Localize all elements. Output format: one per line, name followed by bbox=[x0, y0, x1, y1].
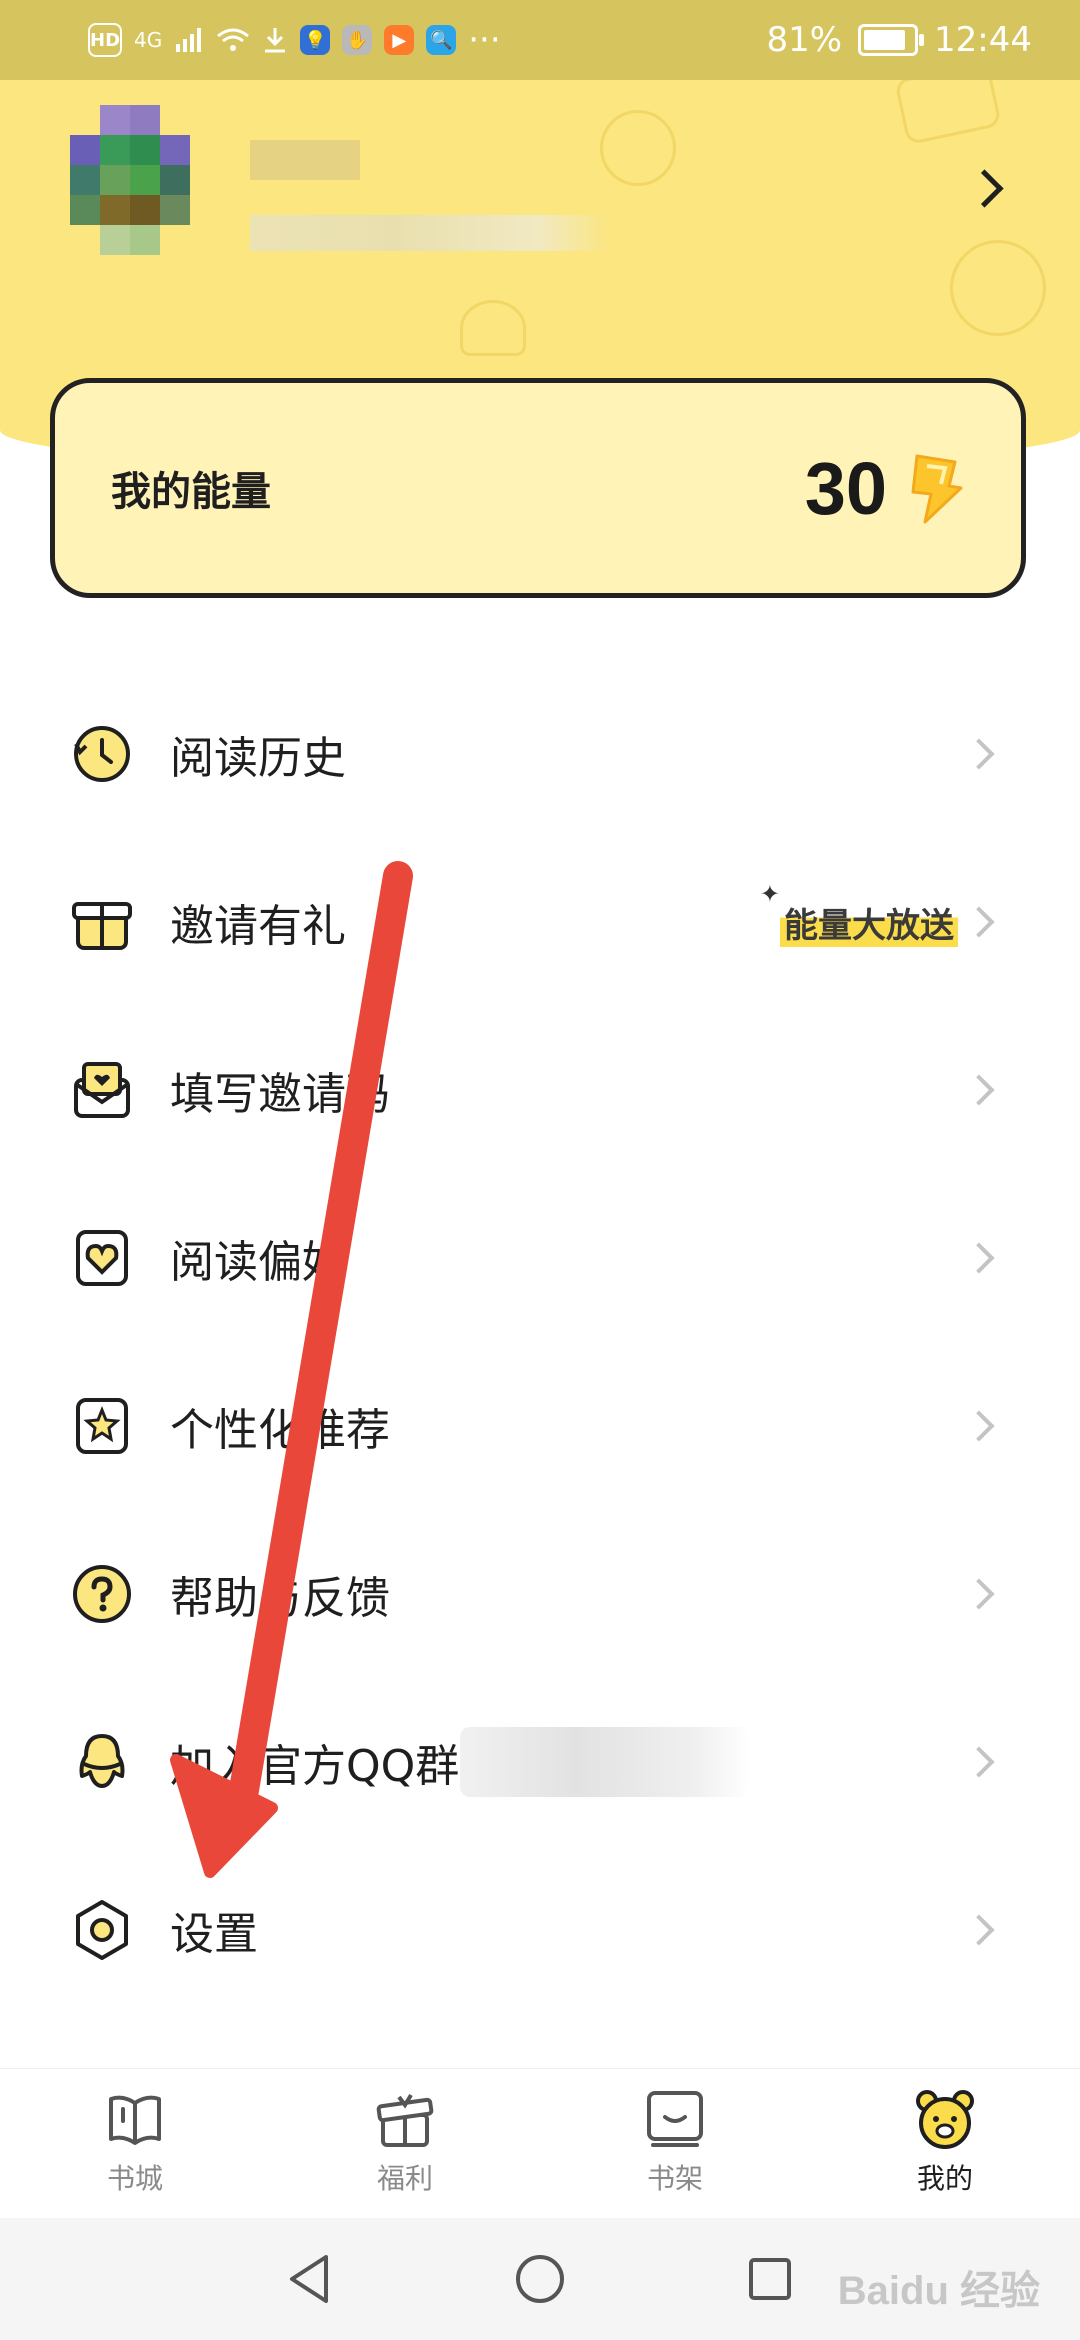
watermark: Baidu 经验 bbox=[837, 2269, 1040, 2313]
home-circle-icon[interactable] bbox=[514, 2253, 566, 2305]
bookshelf-icon bbox=[647, 2091, 703, 2147]
menu-label: 填写邀请码 bbox=[170, 1069, 390, 1120]
menu-list: 阅读历史 邀请有礼 ✦ 能量大放送 填写邀请码 阅读偏好 个性化推荐 帮助与反馈… bbox=[0, 670, 1080, 2014]
nav-label: 书架 bbox=[646, 2162, 703, 2195]
menu-item-invite-gift[interactable]: 邀请有礼 ✦ 能量大放送 bbox=[0, 838, 1080, 1006]
envelope-heart-icon bbox=[74, 1062, 130, 1118]
lightning-bolt-icon bbox=[911, 454, 963, 524]
menu-item-reading-history[interactable]: 阅读历史 bbox=[0, 670, 1080, 838]
network-badge: 4G bbox=[134, 28, 163, 52]
menu-item-join-qq-group[interactable]: 加入官方QQ群 bbox=[0, 1678, 1080, 1846]
chevron-right-icon bbox=[963, 1242, 995, 1274]
menu-item-settings[interactable]: 设置 bbox=[0, 1846, 1080, 2014]
menu-label: 邀请有礼 bbox=[170, 901, 346, 952]
chevron-right-icon bbox=[963, 1578, 995, 1610]
question-circle-icon bbox=[73, 1565, 131, 1623]
hexagon-gear-icon bbox=[76, 1900, 128, 1960]
menu-label: 加入官方QQ群 bbox=[170, 1741, 460, 1792]
wifi-icon bbox=[217, 28, 250, 51]
nav-tab-welfare[interactable]: 福利 bbox=[270, 2069, 540, 2219]
menu-item-reading-preference[interactable]: 阅读偏好 bbox=[0, 1174, 1080, 1342]
energy-label: 我的能量 bbox=[111, 469, 271, 515]
menu-label: 个性化推荐 bbox=[170, 1405, 390, 1456]
back-triangle-icon[interactable] bbox=[286, 2253, 334, 2305]
menu-item-personalized-recommendation[interactable]: 个性化推荐 bbox=[0, 1342, 1080, 1510]
energy-value: 30 bbox=[804, 446, 887, 530]
more-notifications: ··· bbox=[468, 20, 501, 60]
menu-label: 阅读历史 bbox=[170, 733, 346, 784]
chevron-right-icon bbox=[963, 906, 995, 938]
status-icons-right: 81% 12:44 bbox=[766, 20, 1032, 60]
status-icons-left: HD 4G 💡 ✋ ▶ 🔍 ··· bbox=[88, 20, 501, 60]
clock-time: 12:44 bbox=[934, 20, 1032, 60]
qq-group-number-blurred bbox=[460, 1727, 750, 1797]
energy-card[interactable]: 我的能量 30 bbox=[50, 378, 1026, 598]
doodle-planet bbox=[950, 240, 1046, 336]
play-app-icon: ▶ bbox=[384, 25, 415, 55]
nav-tab-mine[interactable]: 我的 bbox=[810, 2069, 1080, 2219]
nav-label: 书城 bbox=[106, 2162, 163, 2195]
nav-tab-bookshelf[interactable]: 书架 bbox=[540, 2069, 810, 2219]
sparkle-icon: ✦ bbox=[759, 880, 780, 908]
bottom-nav: 书城 福利 书架 我的 bbox=[0, 2068, 1080, 2219]
gift-icon bbox=[72, 902, 132, 950]
doodle-heart bbox=[460, 300, 526, 356]
qq-penguin-icon bbox=[79, 1734, 125, 1788]
download-icon bbox=[265, 28, 286, 53]
clock-history-icon bbox=[74, 726, 130, 782]
hd-badge: HD bbox=[88, 23, 122, 57]
chevron-right-icon bbox=[963, 1914, 995, 1946]
nav-label: 福利 bbox=[376, 2162, 433, 2195]
doodle-circle bbox=[600, 110, 676, 186]
status-bar: HD 4G 💡 ✋ ▶ 🔍 ··· 81% 12:44 bbox=[0, 0, 1080, 80]
heart-tag-icon bbox=[76, 1230, 128, 1286]
battery-icon bbox=[858, 24, 925, 56]
chevron-right-icon bbox=[963, 1410, 995, 1442]
avatar[interactable] bbox=[70, 105, 220, 285]
profile-name-blurred[interactable] bbox=[250, 140, 360, 180]
recents-square-icon[interactable] bbox=[746, 2255, 794, 2303]
menu-label: 帮助与反馈 bbox=[170, 1573, 390, 1624]
signal-icon bbox=[176, 28, 202, 52]
nav-tab-bookstore[interactable]: 书城 bbox=[0, 2069, 270, 2219]
bear-face-icon bbox=[916, 2090, 974, 2149]
menu-label: 阅读偏好 bbox=[170, 1237, 346, 1288]
chevron-right-icon bbox=[963, 1074, 995, 1106]
bulb-app-icon: 💡 bbox=[300, 25, 331, 55]
chevron-right-icon bbox=[963, 1746, 995, 1778]
system-navigation-bar: Baidu 经验 bbox=[0, 2218, 1080, 2340]
chevron-right-icon bbox=[963, 738, 995, 770]
star-card-icon bbox=[76, 1398, 128, 1454]
profile-info-blurred bbox=[250, 215, 610, 251]
hand-app-icon: ✋ bbox=[342, 25, 373, 55]
battery-percent: 81% bbox=[766, 20, 843, 60]
menu-item-help-feedback[interactable]: 帮助与反馈 bbox=[0, 1510, 1080, 1678]
menu-item-enter-invite-code[interactable]: 填写邀请码 bbox=[0, 1006, 1080, 1174]
menu-label: 设置 bbox=[170, 1909, 258, 1960]
search-app-icon: 🔍 bbox=[426, 25, 457, 55]
nav-label: 我的 bbox=[916, 2162, 973, 2195]
book-icon bbox=[109, 2095, 161, 2145]
gift-box-icon bbox=[376, 2093, 434, 2147]
promo-badge: 能量大放送 bbox=[780, 897, 958, 947]
